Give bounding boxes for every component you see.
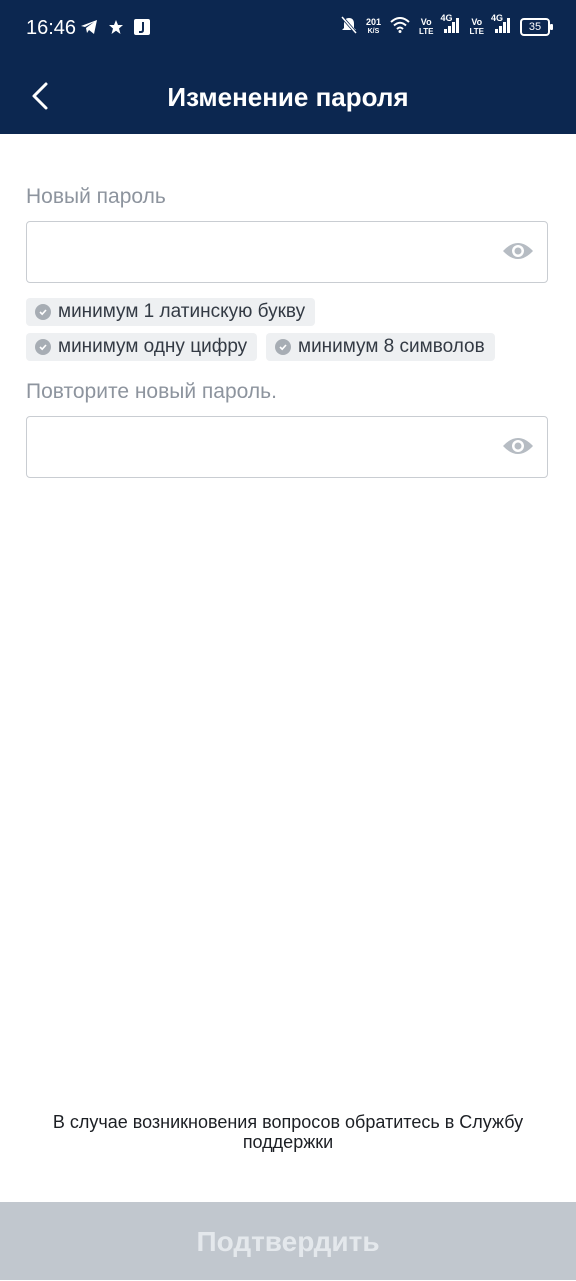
app-header: Изменение пароля: [0, 60, 576, 134]
signal-icon: 4G: [440, 13, 460, 37]
repeat-password-label: Повторите новый пароль.: [26, 380, 277, 403]
wifi-icon: [390, 17, 410, 36]
repeat-password-field[interactable]: [26, 416, 548, 479]
new-password-label: Новый пароль: [26, 185, 166, 208]
check-icon: [35, 339, 51, 355]
system-icons: 201 K/S Vo LTE 4G Vo LTE 4G 35: [340, 13, 553, 37]
net-speed-unit: K/S: [367, 27, 380, 35]
support-text: В случае возникновения вопросов обратите…: [52, 1112, 524, 1152]
requirement-chip: минимум 1 латинскую букву: [26, 298, 316, 326]
sim1-net: 4G: [440, 13, 453, 23]
sim2-bottom: LTE: [469, 26, 484, 36]
sim1-top: Vo: [420, 16, 432, 27]
star-icon: [108, 19, 124, 40]
sim2-net: 4G: [491, 13, 504, 23]
sim2-top: Vo: [471, 16, 483, 27]
eye-icon[interactable]: [501, 239, 535, 263]
requirement-chip: минимум одну цифру: [26, 333, 258, 361]
check-icon: [35, 304, 51, 320]
page-title: Изменение пароля: [167, 82, 409, 112]
eye-icon[interactable]: [501, 434, 535, 458]
sim2-volte: Vo LTE: [469, 16, 484, 36]
requirement-text: минимум 8 символов: [298, 336, 485, 357]
app-j-icon: [134, 19, 150, 40]
sim1-bottom: LTE: [418, 26, 434, 36]
requirement-text: минимум 1 латинскую букву: [58, 301, 306, 322]
new-password-input[interactable]: [39, 222, 483, 284]
net-speed: 201 K/S: [365, 16, 381, 36]
new-password-field[interactable]: [26, 221, 548, 284]
net-speed-value: 201: [365, 16, 381, 27]
sim1-volte: Vo LTE: [418, 16, 434, 36]
mute-icon: [340, 16, 358, 37]
requirement-chip: минимум 8 символов: [266, 333, 495, 361]
requirement-text: минимум одну цифру: [58, 336, 248, 357]
check-icon: [275, 339, 291, 355]
battery-icon: 35: [520, 17, 553, 36]
telegram-icon: [80, 19, 98, 40]
signal-icon: 4G: [491, 13, 511, 37]
repeat-password-input[interactable]: [39, 417, 483, 479]
confirm-button[interactable]: Подтвердить: [0, 1202, 576, 1280]
status-bar: 16:46 201 K/S Vo LTE 4G Vo LTE 4G 35: [0, 0, 576, 60]
status-time: 16:46: [26, 17, 77, 39]
notification-icons: [80, 19, 150, 40]
